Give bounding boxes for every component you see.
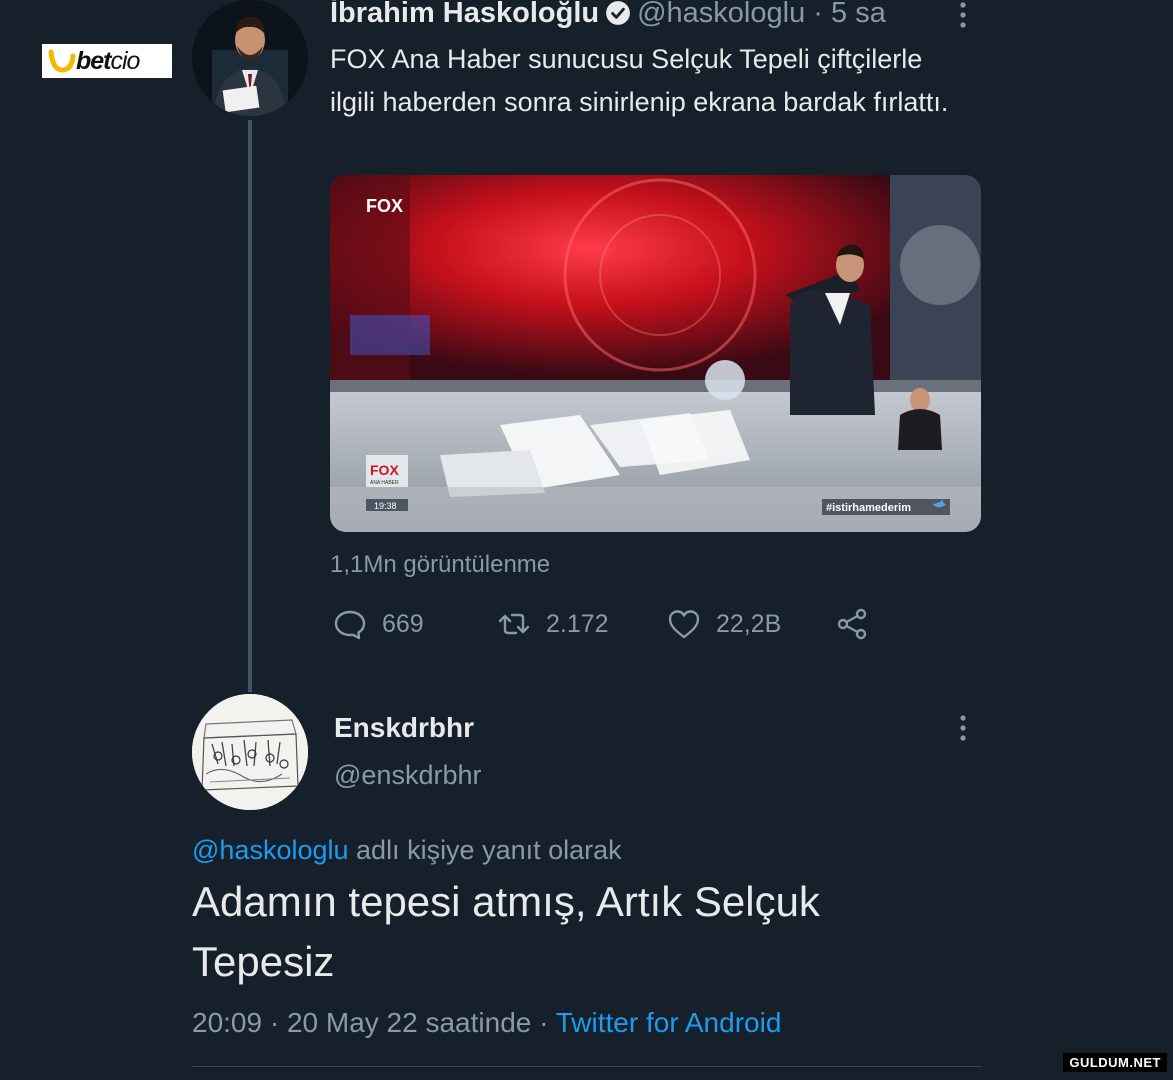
video-frame: FOX FOX ANA HABER 19:38 #istirhamederim — [330, 175, 981, 532]
reply-author-avatar[interactable] — [192, 694, 308, 810]
avatar-image — [192, 0, 308, 116]
lower-third-sub: ANA HABER — [370, 480, 399, 486]
thread-connector-line — [248, 120, 252, 692]
reply-icon — [334, 610, 366, 640]
like-button[interactable]: 22,2B — [666, 606, 781, 642]
share-button[interactable] — [834, 606, 870, 642]
divider — [192, 1066, 982, 1067]
reply-meta: 20:09 · 20 May 22 saatinde · Twitter for… — [192, 1007, 781, 1039]
like-icon — [668, 610, 700, 639]
reply-button[interactable]: 669 — [332, 606, 424, 642]
tweet-text: FOX Ana Haber sunucusu Selçuk Tepeli çif… — [330, 44, 949, 117]
verified-badge-icon — [606, 1, 631, 25]
author-handle[interactable]: @haskologlu — [637, 0, 805, 29]
author-avatar[interactable] — [192, 0, 308, 116]
reply-author-name[interactable]: Enskdrbhr — [334, 712, 474, 744]
retweet-icon — [498, 613, 530, 635]
tweet-header: İbrahim Haskoloğlu @haskologlu · 5 sa — [330, 0, 886, 30]
reply-source-link[interactable]: Twitter for Android — [556, 1007, 782, 1038]
reply-count: 669 — [382, 609, 424, 638]
header-separator: · — [813, 0, 823, 29]
broadcast-hashtag: #istirhamederim — [826, 502, 911, 514]
retweet-button[interactable]: 2.172 — [496, 606, 609, 642]
tweet-action-bar: 669 2.172 22,2B — [330, 606, 890, 646]
more-icon[interactable] — [956, 0, 970, 30]
reply-text: Adamın tepesi atmış, Artık Selçuk Tepesi… — [192, 878, 820, 985]
retweet-count: 2.172 — [546, 609, 609, 638]
channel-logo: FOX — [366, 196, 403, 216]
author-name[interactable]: İbrahim Haskoloğlu — [330, 0, 599, 29]
tweet-time[interactable]: 5 sa — [831, 0, 886, 29]
reply-mention-link[interactable]: @haskologlu — [192, 835, 349, 865]
lower-third-logo: FOX — [370, 462, 399, 478]
replying-to: @haskologlu adlı kişiye yanıt olarak — [192, 835, 622, 866]
like-count: 22,2B — [716, 609, 782, 638]
reply-avatar-image — [192, 694, 308, 810]
site-watermark: GULDUM.NET — [1063, 1053, 1167, 1072]
reply-to-label: adlı kişiye yanıt olarak — [356, 835, 622, 865]
share-icon — [837, 608, 867, 640]
reply-author-handle[interactable]: @enskdrbhr — [334, 760, 481, 791]
reply-timestamp[interactable]: 20:09 · 20 May 22 saatinde — [192, 1007, 531, 1038]
reply-more-icon[interactable] — [956, 713, 970, 743]
logo-text: betcio — [76, 46, 140, 75]
logo-mark-icon — [48, 49, 76, 73]
betcio-logo: betcio — [42, 44, 172, 78]
broadcast-clock: 19:38 — [374, 501, 397, 511]
view-count: 1,1Mn görüntülenme — [330, 551, 551, 578]
meta-separator: · — [539, 1007, 549, 1038]
tweet-video[interactable]: FOX FOX ANA HABER 19:38 #istirhamederim — [330, 175, 981, 532]
